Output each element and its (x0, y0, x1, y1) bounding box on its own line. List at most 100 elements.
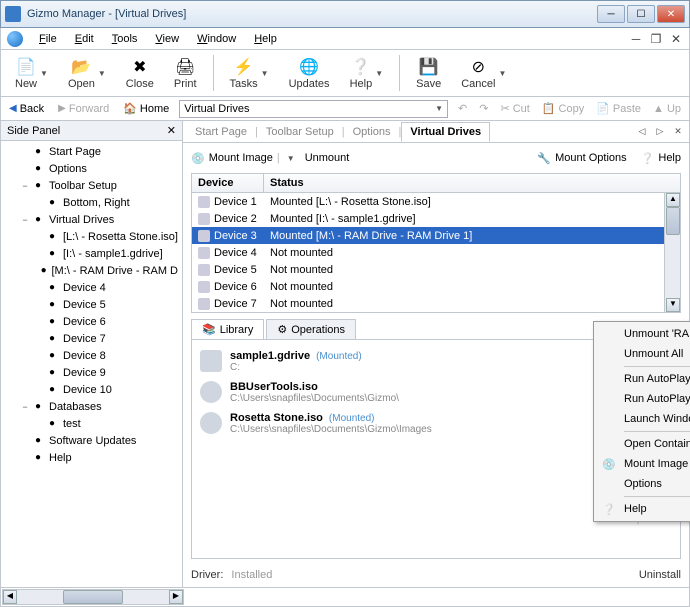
tab-library[interactable]: 📚Library (191, 319, 264, 339)
tree-item[interactable]: ●[I:\ - sample1.gdrive] (5, 245, 182, 262)
vertical-scrollbar[interactable]: ▲ ▼ (664, 193, 680, 312)
scroll-right-arrow-icon[interactable]: ▶ (169, 590, 183, 604)
menu-view[interactable]: View (147, 31, 187, 47)
dropdown-arrow-icon[interactable]: ▼ (287, 154, 295, 163)
table-row[interactable]: Device 5Not mounted (192, 261, 680, 278)
menu-window[interactable]: Window (189, 31, 244, 47)
tree-twisty-icon[interactable]: − (19, 215, 31, 225)
mdi-close-button[interactable]: ✕ (669, 32, 683, 46)
minimize-button[interactable]: ─ (597, 5, 625, 23)
undo-button[interactable]: ↶ (454, 102, 471, 115)
tree-item[interactable]: ●Device 4 (5, 279, 182, 296)
context-menu-item[interactable]: ❔Help (596, 499, 690, 519)
menu-help[interactable]: Help (246, 31, 285, 47)
scroll-down-arrow-icon[interactable]: ▼ (666, 298, 680, 312)
horizontal-scrollbar[interactable]: ◀ ▶ (2, 589, 184, 605)
dropdown-arrow-icon[interactable]: ▼ (40, 69, 48, 78)
context-menu-item[interactable]: Unmount 'RAM Drive - RAM Drive 1' (596, 324, 690, 344)
cut-button[interactable]: ✂Cut (496, 102, 533, 115)
dropdown-arrow-icon[interactable]: ▼ (375, 69, 383, 78)
tree-item[interactable]: −●Virtual Drives (5, 211, 182, 228)
scroll-left-arrow-icon[interactable]: ◀ (3, 590, 17, 604)
context-menu-item[interactable]: Run AutoPlay (596, 389, 690, 409)
tab-operations[interactable]: ⚙Operations (266, 319, 356, 339)
new-button[interactable]: 📄New▼ (7, 55, 56, 92)
tree-item[interactable]: ●Help (5, 449, 182, 466)
table-row[interactable]: Device 3Mounted [M:\ - RAM Drive - RAM D… (192, 227, 680, 244)
paste-button[interactable]: 📄Paste (592, 102, 645, 115)
tree-item[interactable]: ●Options (5, 160, 182, 177)
tree-item[interactable]: ●Bottom, Right (5, 194, 182, 211)
mount-options-button[interactable]: 🔧Mount Options (537, 152, 626, 165)
context-menu-item[interactable]: Options (596, 474, 690, 494)
redo-button[interactable]: ↷ (475, 102, 492, 115)
context-menu-item[interactable]: Open Containing Folder (596, 434, 690, 454)
dropdown-arrow-icon[interactable]: ▼ (261, 69, 269, 78)
scroll-thumb[interactable] (63, 590, 123, 604)
column-device[interactable]: Device (192, 174, 264, 192)
table-row[interactable]: Device 4Not mounted (192, 244, 680, 261)
help-button[interactable]: ❔Help (641, 152, 681, 165)
mdi-minimize-button[interactable]: ─ (629, 32, 643, 46)
table-row[interactable]: Device 6Not mounted (192, 278, 680, 295)
tree-item[interactable]: ●Start Page (5, 143, 182, 160)
print-button[interactable]: 🖨Print (166, 55, 205, 92)
context-menu-item[interactable]: Unmount All (596, 344, 690, 364)
column-status[interactable]: Status (264, 174, 680, 192)
tab-scroll-left[interactable]: ◁ (635, 126, 649, 137)
tree-item[interactable]: −●Toolbar Setup (5, 177, 182, 194)
tree-item[interactable]: ●Software Updates (5, 432, 182, 449)
unmount-button[interactable]: Unmount (305, 152, 350, 164)
dropdown-arrow-icon[interactable]: ▼ (498, 69, 506, 78)
home-button[interactable]: 🏠Home (119, 102, 173, 115)
context-menu-item[interactable]: Run AutoPlay, or launch Windows Explorer (596, 369, 690, 389)
tree-item[interactable]: ●test (5, 415, 182, 432)
tab-virtual-drives[interactable]: Virtual Drives (401, 122, 490, 142)
tree-item[interactable]: −●Databases (5, 398, 182, 415)
back-button[interactable]: ◀Back (5, 103, 48, 115)
table-row[interactable]: Device 2Mounted [I:\ - sample1.gdrive] (192, 210, 680, 227)
close-button[interactable]: ✕ (657, 5, 685, 23)
tree-item[interactable]: ●Device 6 (5, 313, 182, 330)
updates-button[interactable]: 🌐Updates (281, 55, 338, 92)
dropdown-arrow-icon[interactable]: ▼ (435, 104, 443, 113)
tasks-button[interactable]: ⚡Tasks▼ (222, 55, 277, 92)
uninstall-button[interactable]: Uninstall (639, 569, 681, 581)
app-menu-icon[interactable] (7, 31, 23, 47)
tree-item[interactable]: ●[M:\ - RAM Drive - RAM D (5, 262, 182, 279)
tree-twisty-icon[interactable]: − (19, 181, 31, 191)
table-row[interactable]: Device 7Not mounted (192, 295, 680, 312)
tab-toolbar-setup[interactable]: Toolbar Setup (258, 123, 342, 141)
scroll-thumb[interactable] (666, 207, 680, 235)
table-row[interactable]: Device 1Mounted [L:\ - Rosetta Stone.iso… (192, 193, 680, 210)
save-button[interactable]: 💾Save (408, 55, 449, 92)
help-button[interactable]: ❔Help▼ (342, 55, 392, 92)
side-panel-close-button[interactable]: ✕ (167, 124, 176, 137)
close-button[interactable]: ✖Close (118, 55, 162, 92)
context-menu-item[interactable]: Launch Windows Explorer (596, 409, 690, 429)
tree-item[interactable]: ●Device 5 (5, 296, 182, 313)
scroll-up-arrow-icon[interactable]: ▲ (666, 193, 680, 207)
copy-button[interactable]: 📋Copy (538, 102, 588, 115)
mdi-restore-button[interactable]: ❐ (649, 32, 663, 46)
context-menu-item[interactable]: 💿Mount Image (596, 454, 690, 474)
tree-item[interactable]: ●Device 9 (5, 364, 182, 381)
menu-file[interactable]: File (31, 31, 65, 47)
tab-options[interactable]: Options (345, 123, 399, 141)
menu-tools[interactable]: Tools (104, 31, 146, 47)
up-button[interactable]: ▲Up (649, 102, 685, 115)
tree-twisty-icon[interactable]: − (19, 402, 31, 412)
address-input[interactable]: Virtual Drives▼ (179, 100, 448, 118)
tab-close-button[interactable]: ✕ (671, 126, 685, 137)
cancel-button[interactable]: ⊘Cancel▼ (453, 55, 514, 92)
tree-item[interactable]: ●[L:\ - Rosetta Stone.iso] (5, 228, 182, 245)
tab-start-page[interactable]: Start Page (187, 123, 255, 141)
open-button[interactable]: 📂Open▼ (60, 55, 114, 92)
tree-item[interactable]: ●Device 7 (5, 330, 182, 347)
mount-image-button[interactable]: 💿Mount Image|▼ (191, 152, 295, 165)
tree-item[interactable]: ●Device 10 (5, 381, 182, 398)
dropdown-arrow-icon[interactable]: ▼ (98, 69, 106, 78)
forward-button[interactable]: ▶Forward (54, 103, 113, 115)
menu-edit[interactable]: Edit (67, 31, 102, 47)
maximize-button[interactable]: ☐ (627, 5, 655, 23)
